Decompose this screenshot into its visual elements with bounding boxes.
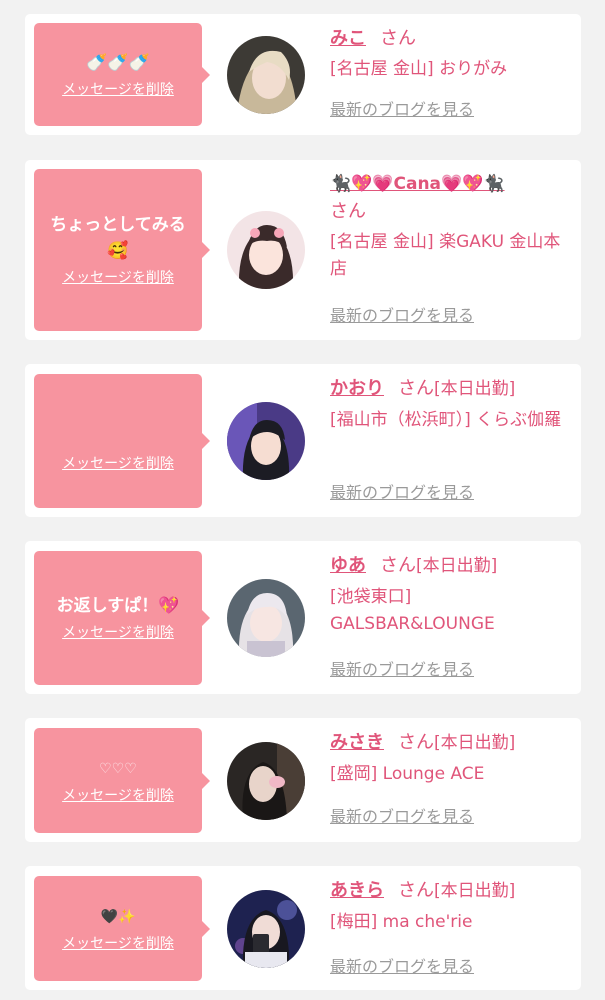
message-card: ちょっとしてみる🥰 メッセージを削除 🐈‍⬛💖💗Cana💗💖🐈‍⬛ さん [名古… (25, 160, 581, 340)
latest-blog-link[interactable]: 最新のブログを見る (330, 660, 474, 680)
latest-blog-link[interactable]: 最新のブログを見る (330, 957, 474, 977)
user-info: ゆあ さん[本日出勤] [池袋東口] GALSBAR&LOUNGE (330, 552, 570, 638)
user-info: あきら さん[本日出勤] [梅田] ma che'rie (330, 877, 570, 936)
user-info: みさき さん[本日出勤] [盛岡] Lounge ACE (330, 729, 570, 788)
shop-name: [名古屋 金山] おりがみ (330, 59, 508, 79)
avatar[interactable] (227, 742, 305, 820)
honorific: さん (380, 28, 416, 49)
shop-name: [池袋東口] GALSBAR&LOUNGE (330, 587, 495, 634)
message-bubble: 🍼🍼🍼 メッセージを削除 (34, 23, 210, 126)
attendance-status: [本日出勤] (434, 379, 516, 399)
user-name-link[interactable]: ゆあ (330, 555, 366, 576)
latest-blog-link[interactable]: 最新のブログを見る (330, 807, 474, 827)
user-name-link[interactable]: 🐈‍⬛💖💗Cana💗💖🐈‍⬛ (330, 174, 505, 194)
message-list: 🍼🍼🍼 メッセージを削除 みこ さん [名古屋 金山] おりがみ 最新のブログを見… (0, 0, 605, 1000)
latest-blog-link[interactable]: 最新のブログを見る (330, 100, 474, 120)
shop-name: [名古屋 金山] 楽GAKU 金山本店 (330, 232, 561, 279)
message-card: 🍼🍼🍼 メッセージを削除 みこ さん [名古屋 金山] おりがみ 最新のブログを見… (25, 14, 581, 135)
message-card: お返しすぱ！💖 メッセージを削除 ゆあ さん[本日出勤] [池袋東口] GALSB… (25, 541, 581, 694)
honorific: さん (398, 378, 434, 399)
avatar[interactable] (227, 211, 305, 289)
message-text: 🍼🍼🍼 (86, 52, 150, 73)
message-bubble: ♡♡♡ メッセージを削除 (34, 728, 210, 833)
delete-message-link[interactable]: メッセージを削除 (62, 934, 174, 954)
message-text: ♡♡♡ (99, 760, 137, 777)
user-name-link[interactable]: かおり (330, 378, 384, 399)
delete-message-link[interactable]: メッセージを削除 (62, 268, 174, 288)
honorific: さん (398, 732, 434, 753)
message-text: ちょっとしてみる🥰 (50, 215, 186, 261)
delete-message-link[interactable]: メッセージを削除 (62, 623, 174, 643)
delete-message-link[interactable]: メッセージを削除 (62, 454, 174, 474)
honorific: さん (330, 201, 366, 222)
message-card: ♡♡♡ メッセージを削除 みさき さん[本日出勤] [盛岡] Lounge ACE… (25, 718, 581, 842)
avatar[interactable] (227, 579, 305, 657)
message-bubble: 🖤✨ メッセージを削除 (34, 876, 210, 981)
avatar[interactable] (227, 36, 305, 114)
message-bubble: お返しすぱ！💖 メッセージを削除 (34, 551, 210, 685)
user-name-link[interactable]: あきら (330, 880, 384, 901)
shop-name: [盛岡] Lounge ACE (330, 764, 485, 784)
message-card: メッセージを削除 かおり さん[本日出勤] [福山市（松浜町）] くらぶ伽羅 最新… (25, 364, 581, 517)
honorific: さん (380, 555, 416, 576)
delete-message-link[interactable]: メッセージを削除 (62, 786, 174, 806)
user-name-link[interactable]: みさき (330, 732, 384, 753)
message-card: 🖤✨ メッセージを削除 あきら さん[本日出勤] [梅田] ma che'rie … (25, 866, 581, 990)
latest-blog-link[interactable]: 最新のブログを見る (330, 306, 474, 326)
user-name-link[interactable]: みこ (330, 28, 366, 49)
message-text: 🖤✨ (100, 908, 136, 925)
honorific: さん (398, 880, 434, 901)
latest-blog-link[interactable]: 最新のブログを見る (330, 483, 474, 503)
attendance-status: [本日出勤] (416, 556, 498, 576)
user-info: かおり さん[本日出勤] [福山市（松浜町）] くらぶ伽羅 (330, 375, 570, 434)
message-text: お返しすぱ！💖 (56, 596, 180, 616)
avatar[interactable] (227, 402, 305, 480)
attendance-status: [本日出勤] (434, 733, 516, 753)
message-bubble: メッセージを削除 (34, 374, 210, 508)
avatar[interactable] (227, 890, 305, 968)
user-info: 🐈‍⬛💖💗Cana💗💖🐈‍⬛ さん [名古屋 金山] 楽GAKU 金山本店 (330, 170, 570, 283)
shop-name: [梅田] ma che'rie (330, 912, 473, 932)
delete-message-link[interactable]: メッセージを削除 (62, 80, 174, 100)
message-bubble: ちょっとしてみる🥰 メッセージを削除 (34, 169, 210, 331)
user-info: みこ さん [名古屋 金山] おりがみ (330, 25, 570, 83)
shop-name: [福山市（松浜町）] くらぶ伽羅 (330, 410, 562, 430)
attendance-status: [本日出勤] (434, 881, 516, 901)
